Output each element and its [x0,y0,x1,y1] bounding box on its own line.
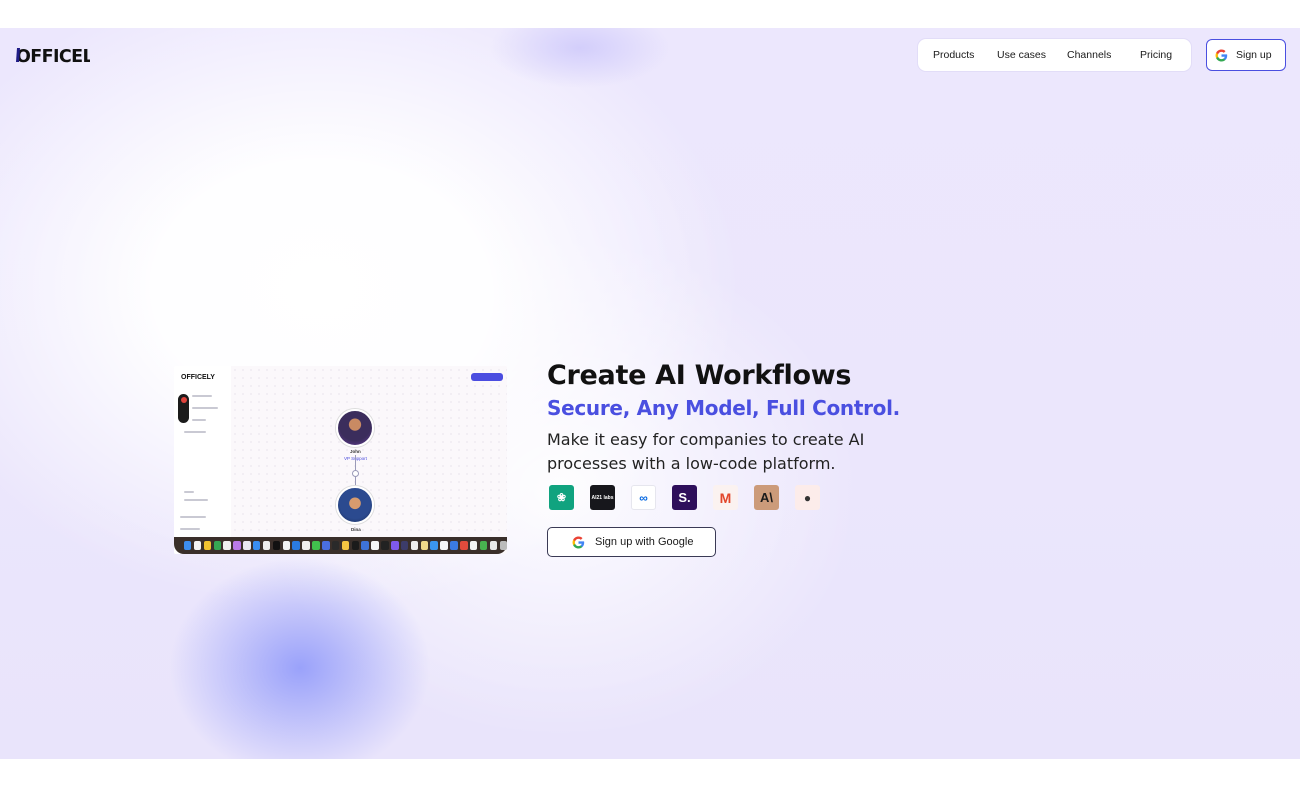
nav-pricing[interactable]: Pricing [1140,49,1172,61]
preview-connector-node [352,470,359,477]
preview-menu-line [192,419,206,421]
preview-canvas [231,366,507,554]
model-icon: ● [795,485,820,510]
preview-menu-line [180,516,206,518]
mistral-icon: M [713,485,738,510]
openai-icon: ❀ [549,485,574,510]
ai21-icon: AI21 labs [590,485,615,510]
page: OFFICELY Products Use cases Channels Pri… [0,0,1300,788]
hero-section: OFFICELY Products Use cases Channels Pri… [0,28,1300,759]
nav-use-cases[interactable]: Use cases [997,49,1046,61]
officely-logo[interactable]: OFFICELY [16,43,90,67]
preview-node1-name: John [350,449,361,454]
preview-status-pill [178,394,189,423]
signup-google-label: Sign up with Google [595,536,694,548]
preview-action-button [471,373,503,381]
preview-menu-line [184,499,208,501]
google-icon [1215,49,1228,61]
preview-dock [174,537,507,554]
preview-menu-line [192,395,212,397]
hero-title: Create AI Workflows [547,360,852,391]
nav-channels[interactable]: Channels [1067,49,1111,61]
signup-button[interactable]: Sign up [1206,39,1286,71]
preview-sidebar: OFFICELY [174,366,231,554]
google-icon [572,536,585,548]
preview-avatar-john [336,409,374,447]
signup-google-button[interactable]: Sign up with Google [547,527,716,557]
preview-menu-line [192,407,218,409]
s-icon: S. [672,485,697,510]
hero-description: Make it easy for companies to create AI … [547,430,865,473]
nav-products[interactable]: Products [933,49,974,61]
preview-node2-name: Dina [351,527,361,532]
model-logos: ❀ AI21 labs ∞ S. M A\ ● [549,485,820,510]
logo-wordmark: OFFICELY [16,47,90,65]
preview-menu-line [184,431,206,433]
hero-subtitle: Secure, Any Model, Full Control. [547,396,900,420]
svg-text:OFFICELY: OFFICELY [16,47,90,65]
meta-icon: ∞ [631,485,656,510]
preview-menu-line [180,528,200,530]
preview-menu-line [184,491,194,493]
preview-avatar-dina [336,486,374,524]
preview-logo: OFFICELY [181,374,215,381]
anthropic-icon: A\ [754,485,779,510]
top-nav: Products Use cases Channels Pricing [918,39,1191,71]
product-preview: OFFICELY John VP Support Dina [174,366,507,554]
signup-label: Sign up [1236,49,1272,61]
